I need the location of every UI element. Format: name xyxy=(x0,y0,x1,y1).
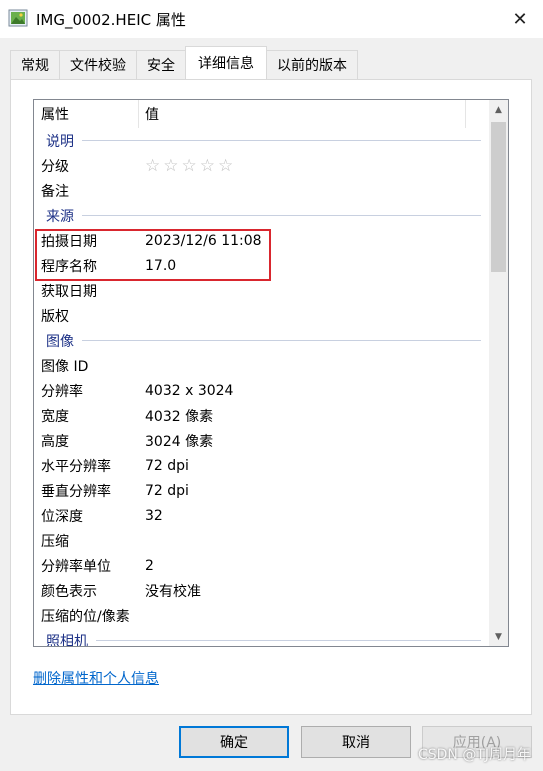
property-value: 4032 像素 xyxy=(145,408,214,425)
property-name: 高度 xyxy=(41,433,69,450)
ok-button[interactable]: 确定 xyxy=(179,726,289,758)
property-value: 没有校准 xyxy=(145,583,201,600)
property-value: 72 dpi xyxy=(145,482,189,499)
properties-window: IMG_0002.HEIC 属性 ✕ 常规 文件校验 安全 详细信息 以前的版本… xyxy=(0,0,543,771)
window-title: IMG_0002.HEIC 属性 xyxy=(36,11,186,29)
property-name: 程序名称 xyxy=(41,258,97,275)
cancel-button[interactable]: 取消 xyxy=(301,726,411,758)
property-name: 位深度 xyxy=(41,508,83,525)
column-header-property[interactable]: 属性 xyxy=(34,100,139,128)
title-bar: IMG_0002.HEIC 属性 ✕ xyxy=(0,0,543,38)
property-value: 2023/12/6 11:08 xyxy=(145,232,262,249)
details-panel: 属性 值 说明 分级 ☆☆☆☆☆ 备注 来源 拍摄日期 2023/12/6 11… xyxy=(10,79,532,715)
property-value: 2 xyxy=(145,557,154,574)
tab-previous-versions[interactable]: 以前的版本 xyxy=(266,50,358,79)
list-item[interactable]: 图像 ID xyxy=(34,353,489,378)
tab-security[interactable]: 安全 xyxy=(136,50,186,79)
list-item[interactable]: 分辨率 4032 x 3024 xyxy=(34,378,489,403)
list-item[interactable]: 压缩 xyxy=(34,528,489,553)
list-item[interactable]: 宽度 4032 像素 xyxy=(34,403,489,428)
property-rows: 说明 分级 ☆☆☆☆☆ 备注 来源 拍摄日期 2023/12/6 11:08 程… xyxy=(34,128,489,646)
tab-strip: 常规 文件校验 安全 详细信息 以前的版本 xyxy=(10,46,358,79)
property-name: 压缩 xyxy=(41,533,69,550)
rating-stars[interactable]: ☆☆☆☆☆ xyxy=(138,156,236,176)
scroll-down-arrow-icon[interactable]: ▼ xyxy=(489,627,508,646)
list-item[interactable]: 拍摄日期 2023/12/6 11:08 xyxy=(34,228,489,253)
tab-file-hashes[interactable]: 文件校验 xyxy=(59,50,137,79)
property-name: 获取日期 xyxy=(41,283,97,300)
property-name: 版权 xyxy=(41,308,69,325)
list-item[interactable]: 获取日期 xyxy=(34,278,489,303)
list-item[interactable]: 垂直分辨率 72 dpi xyxy=(34,478,489,503)
property-name: 分级 xyxy=(41,158,69,175)
tab-general[interactable]: 常规 xyxy=(10,50,60,79)
close-button[interactable]: ✕ xyxy=(497,0,543,38)
group-header-image: 图像 xyxy=(34,328,489,353)
group-header-description: 说明 xyxy=(34,128,489,153)
list-header: 属性 值 xyxy=(34,100,489,128)
list-item[interactable]: 高度 3024 像素 xyxy=(34,428,489,453)
property-name: 宽度 xyxy=(41,408,69,425)
tab-details[interactable]: 详细信息 xyxy=(185,46,267,79)
property-name: 压缩的位/像素 xyxy=(41,608,130,625)
property-value: 4032 x 3024 xyxy=(145,382,234,399)
list-item[interactable]: 备注 xyxy=(34,178,489,203)
property-list[interactable]: 属性 值 说明 分级 ☆☆☆☆☆ 备注 来源 拍摄日期 2023/12/6 11… xyxy=(33,99,509,647)
property-value: 32 xyxy=(145,507,163,524)
list-item[interactable]: 位深度 32 xyxy=(34,503,489,528)
scroll-thumb[interactable] xyxy=(491,122,506,272)
column-header-value[interactable]: 值 xyxy=(139,100,466,128)
property-value: 17.0 xyxy=(145,257,177,274)
image-file-icon xyxy=(8,9,28,27)
property-name: 图像 ID xyxy=(41,358,89,375)
list-item[interactable]: 压缩的位/像素 xyxy=(34,603,489,628)
property-name: 分辨率单位 xyxy=(41,558,111,575)
property-value: 72 dpi xyxy=(145,457,189,474)
list-item[interactable]: 水平分辨率 72 dpi xyxy=(34,453,489,478)
group-header-camera: 照相机 xyxy=(34,628,489,646)
list-item[interactable]: 程序名称 17.0 xyxy=(34,253,489,278)
remove-properties-link[interactable]: 删除属性和个人信息 xyxy=(33,668,159,688)
vertical-scrollbar[interactable]: ▲ ▼ xyxy=(489,100,508,646)
close-icon: ✕ xyxy=(512,8,528,30)
property-name: 拍摄日期 xyxy=(41,233,97,250)
watermark: CSDN @TJ周月年 xyxy=(417,747,531,763)
group-header-origin: 来源 xyxy=(34,203,489,228)
property-name: 备注 xyxy=(41,183,69,200)
list-item[interactable]: 分级 ☆☆☆☆☆ xyxy=(34,153,489,178)
scroll-up-arrow-icon[interactable]: ▲ xyxy=(489,100,508,119)
property-name: 水平分辨率 xyxy=(41,458,111,475)
list-item[interactable]: 版权 xyxy=(34,303,489,328)
property-value: 3024 像素 xyxy=(145,433,214,450)
list-item[interactable]: 颜色表示 没有校准 xyxy=(34,578,489,603)
list-item[interactable]: 分辨率单位 2 xyxy=(34,553,489,578)
property-name: 颜色表示 xyxy=(41,583,97,600)
property-name: 分辨率 xyxy=(41,383,83,400)
property-name: 垂直分辨率 xyxy=(41,483,111,500)
